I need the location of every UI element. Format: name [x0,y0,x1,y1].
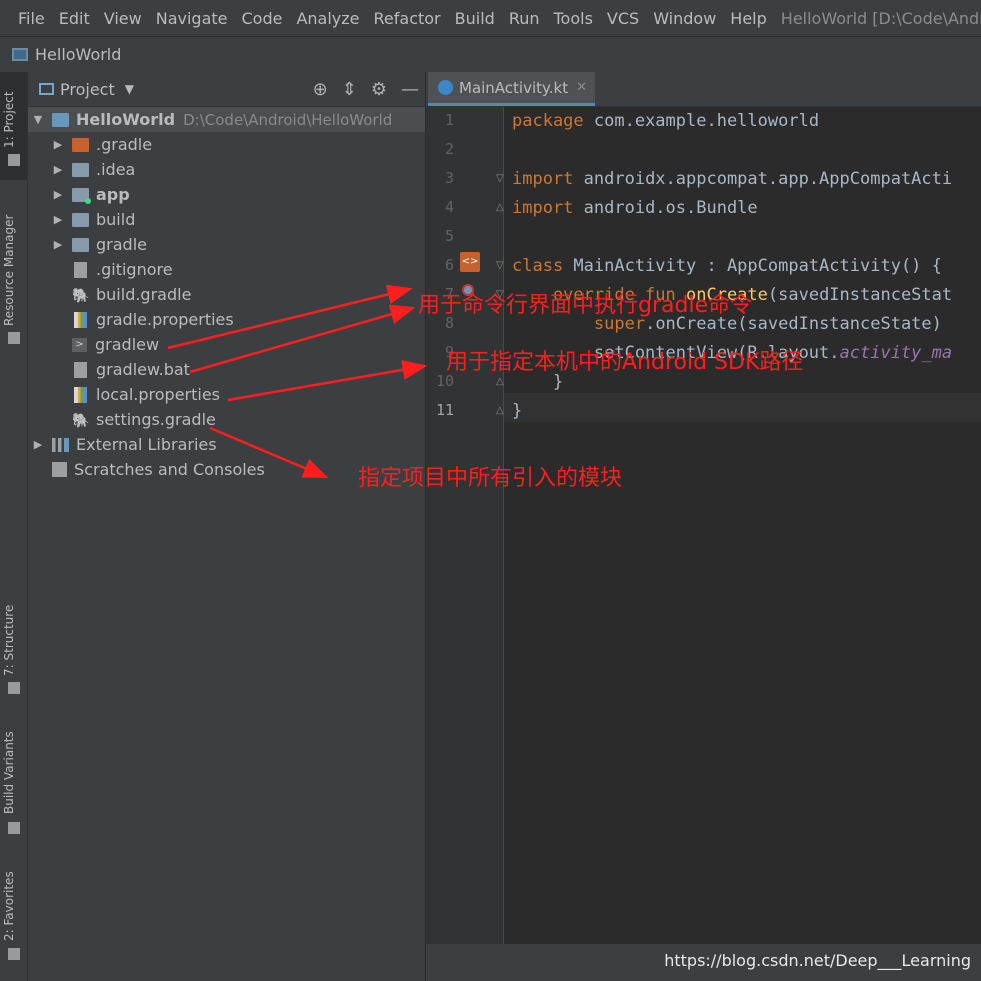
arrow-settings-gradle [209,426,329,479]
arrow-local-properties [227,359,428,402]
annotation-gradlew: 用于命令行界面中执行gradle命令 [418,293,753,318]
arrow-gradlew-bat [189,304,416,374]
annotation-settings-gradle: 指定项目中所有引入的模块 [358,466,623,491]
annotation-local-properties: 用于指定本机中的Android SDK路径 [446,350,804,375]
